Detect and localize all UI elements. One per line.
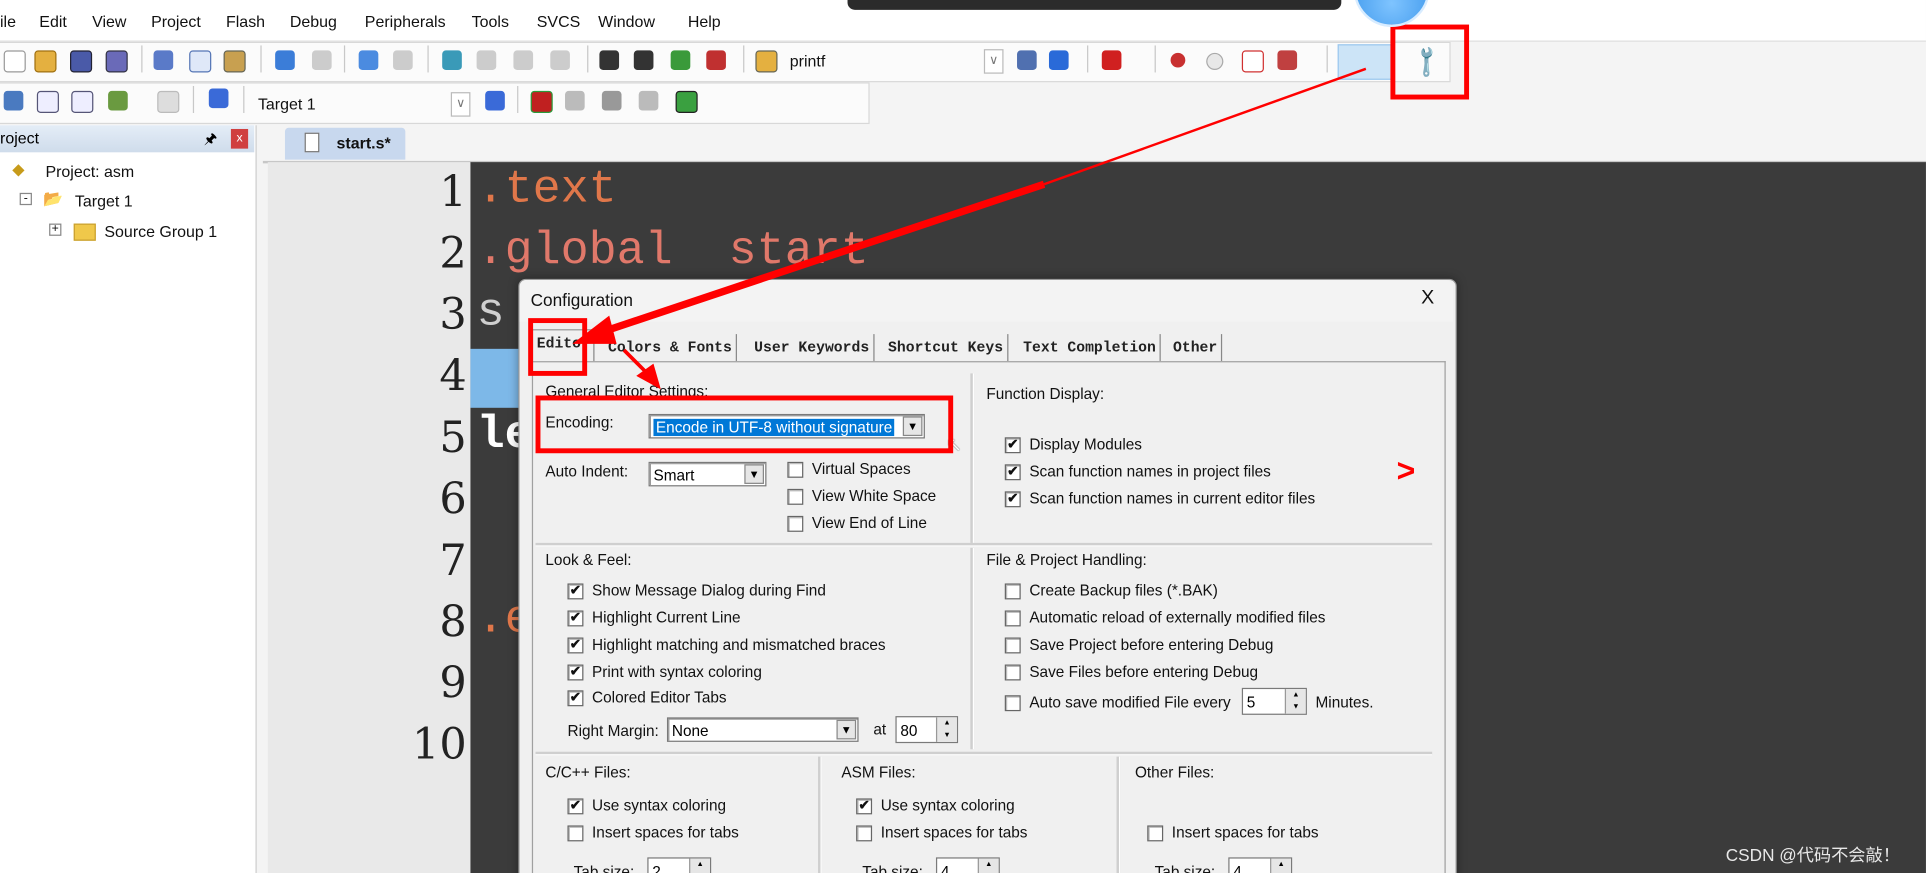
overlay-bar xyxy=(847,0,1342,10)
annotation-arrow-head xyxy=(572,315,617,344)
annotation-arrows xyxy=(572,67,1367,390)
annotation-chevron: > xyxy=(1396,452,1416,489)
stage: ile Edit View Project Flash Debug Periph… xyxy=(0,0,1926,873)
annotation-arrow-line xyxy=(594,180,1046,338)
annotation-arrow-line-thin xyxy=(1043,67,1367,186)
watermark: CSDN @代码不会敲！ xyxy=(1725,845,1900,865)
